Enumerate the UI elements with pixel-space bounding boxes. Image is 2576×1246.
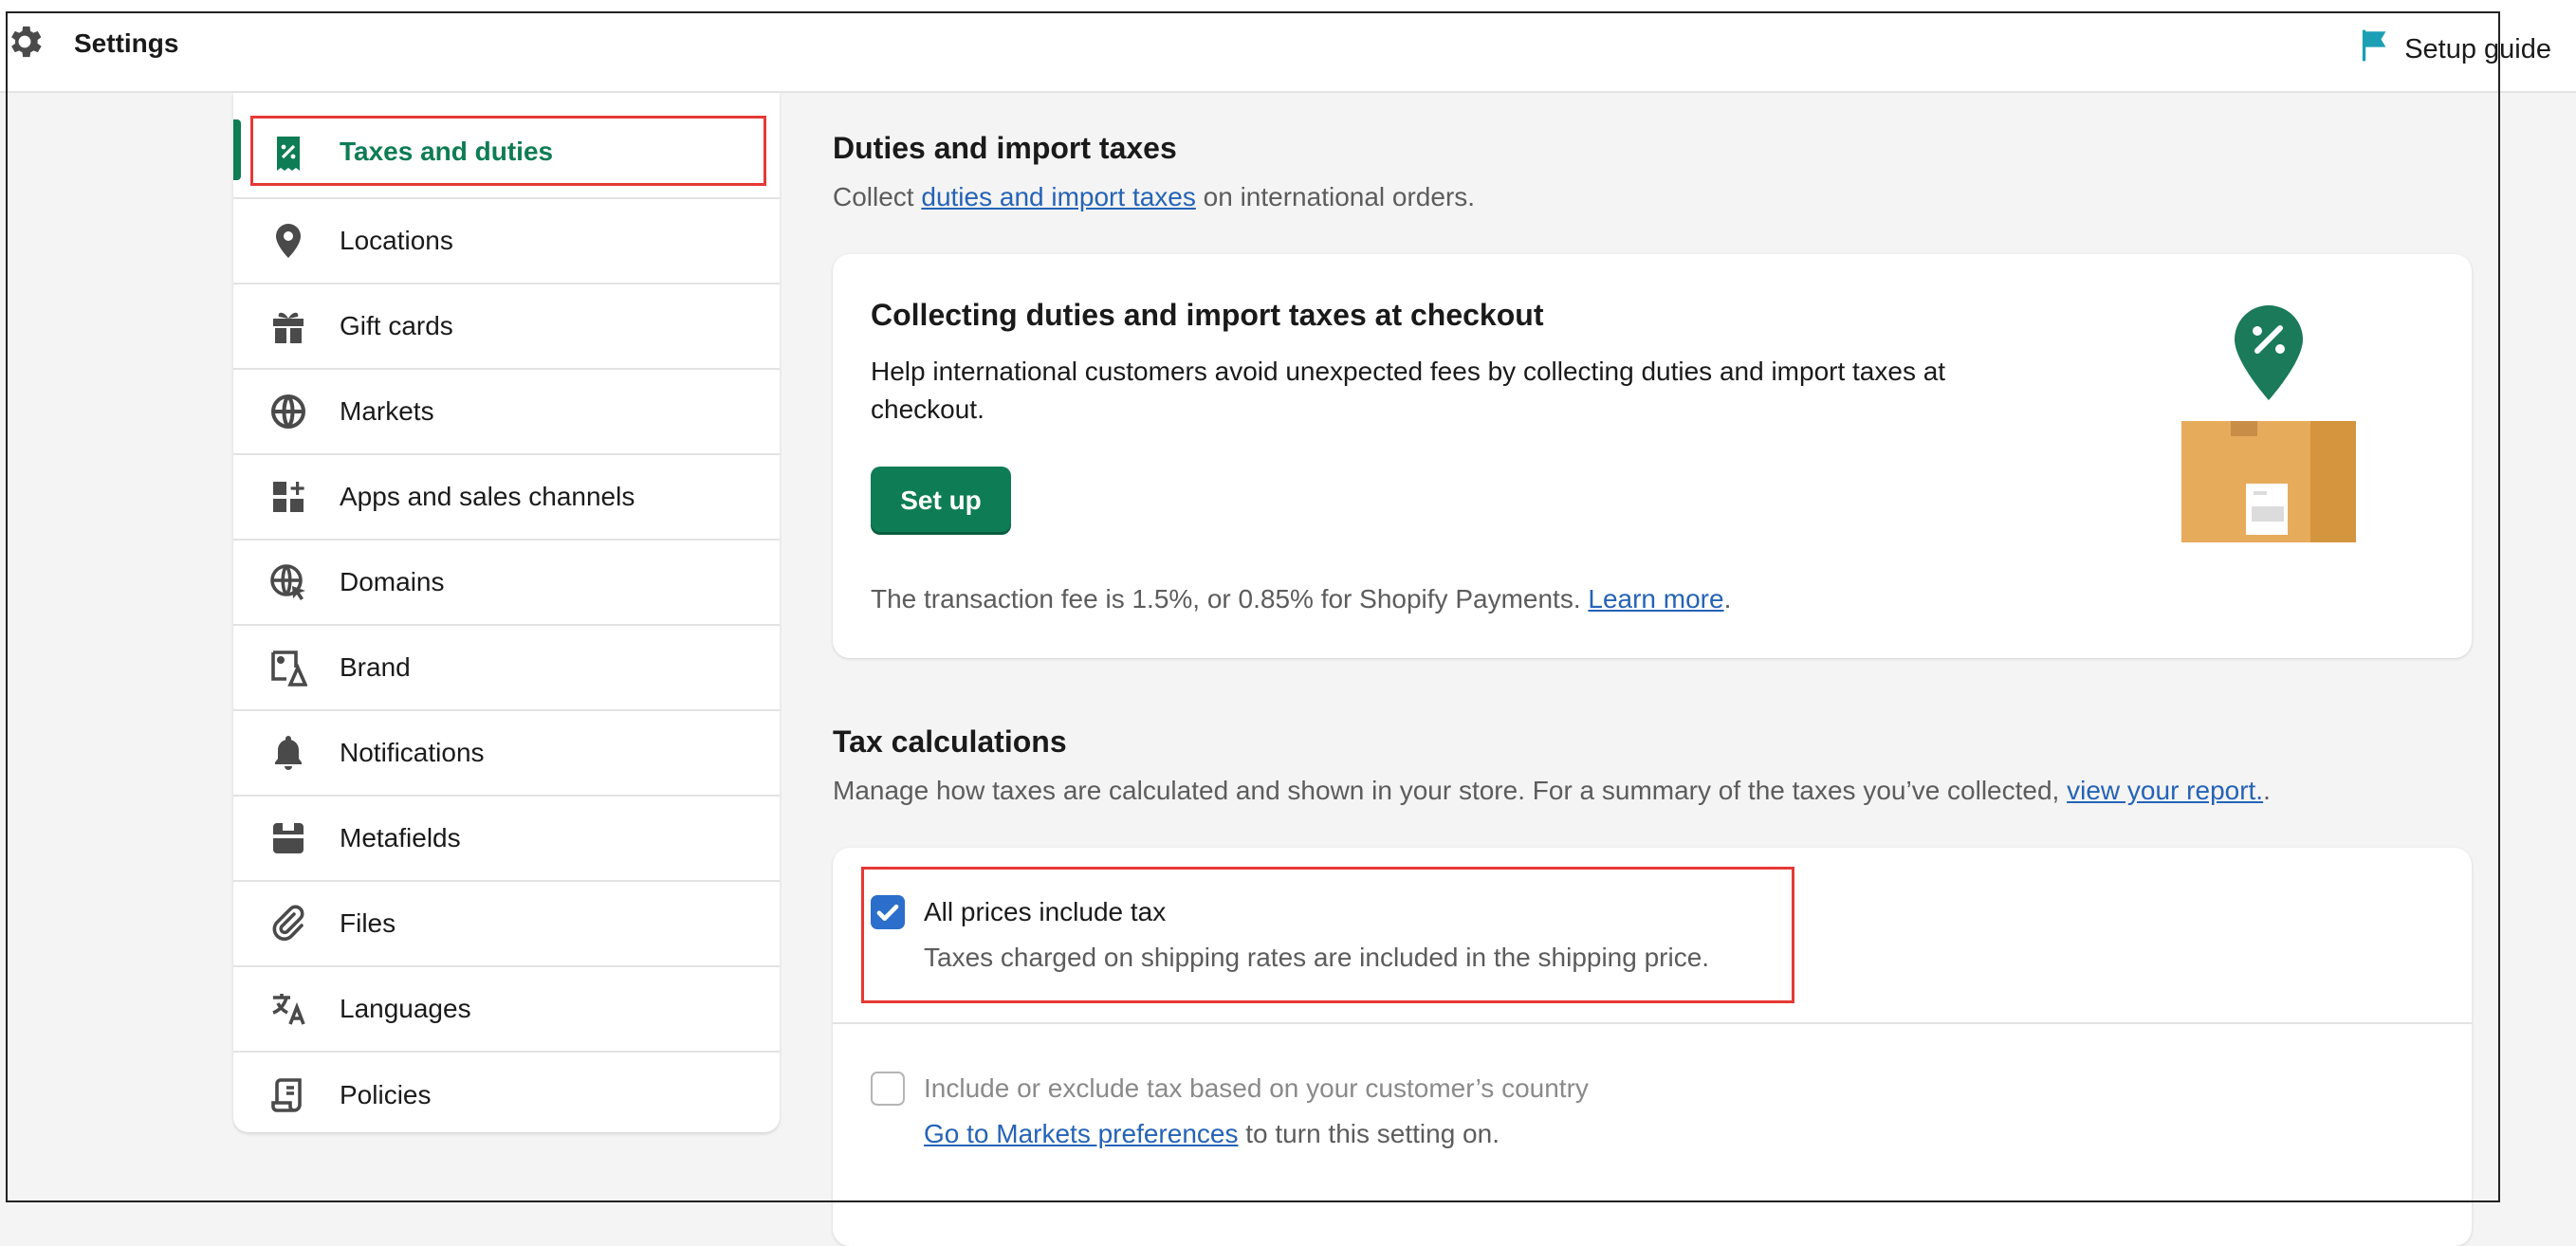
view-report-link[interactable]: view your report. <box>2067 776 2263 805</box>
duties-link[interactable]: duties and import taxes <box>921 182 1196 211</box>
brand-image-icon <box>269 649 307 687</box>
sidebar-item-label: Markets <box>340 396 434 426</box>
globe-target-icon <box>269 393 307 431</box>
sidebar-item-label: Domains <box>340 567 445 596</box>
sidebar-item-notifications[interactable]: Notifications <box>233 711 780 797</box>
sidebar-item-policies[interactable]: Policies <box>233 1053 780 1138</box>
transaction-fee-text: The transaction fee is 1.5%, or 0.85% fo… <box>871 584 1732 614</box>
sidebar-item-label: Locations <box>340 226 453 255</box>
sidebar-item-label: Notifications <box>340 738 485 767</box>
sidebar-item-locations[interactable]: Locations <box>233 199 780 284</box>
include-exclude-tax-detail: Go to Markets preferences to turn this s… <box>924 1119 1500 1148</box>
sidebar-item-label: Brand <box>340 652 411 682</box>
include-exclude-tax-checkbox[interactable] <box>871 1072 905 1106</box>
gear-icon[interactable] <box>4 21 46 63</box>
duties-card-title: Collecting duties and import taxes at ch… <box>871 298 1544 332</box>
paperclip-icon <box>269 905 307 943</box>
row-divider <box>833 1022 2472 1024</box>
duties-package-illustration <box>2178 305 2358 542</box>
all-prices-include-tax-checkbox[interactable] <box>871 895 905 929</box>
sidebar-item-apps-and-sales-channels[interactable]: Apps and sales channels <box>233 455 780 541</box>
sidebar-item-domains[interactable]: Domains <box>233 541 780 626</box>
sidebar-item-metafields[interactable]: Metafields <box>233 797 780 882</box>
setup-guide-label: Setup guide <box>2404 33 2551 64</box>
globe-cursor-icon <box>269 563 307 601</box>
sidebar-item-label: Taxes and duties <box>340 137 554 166</box>
sidebar-item-gift-cards[interactable]: Gift cards <box>233 284 780 370</box>
sidebar-item-label: Policies <box>340 1080 432 1109</box>
translate-icon <box>269 990 307 1028</box>
receipt-percent-icon <box>269 135 307 173</box>
sidebar-item-markets[interactable]: Markets <box>233 370 780 455</box>
sidebar-item-brand[interactable]: Brand <box>233 626 780 711</box>
sidebar-item-files[interactable]: Files <box>233 882 780 967</box>
duties-section-subtitle: Collect duties and import taxes on inter… <box>833 182 1476 211</box>
gift-icon <box>269 307 307 345</box>
duties-section-title: Duties and import taxes <box>833 131 1177 165</box>
metafields-icon <box>269 819 307 857</box>
sidebar-item-label: Apps and sales channels <box>340 482 635 511</box>
top-bar: Settings Setup guide <box>0 0 2576 93</box>
scroll-icon <box>269 1076 307 1114</box>
location-pin-icon <box>269 222 307 260</box>
active-indicator <box>233 119 241 180</box>
page-title: Settings <box>74 28 179 58</box>
tax-calc-section-subtitle: Manage how taxes are calculated and show… <box>833 776 2271 805</box>
duties-card-description: Help international customers avoid unexp… <box>871 357 1946 424</box>
settings-sidebar: Taxes and duties Locations Gift cards Ma… <box>233 93 780 1132</box>
learn-more-link[interactable]: Learn more <box>1588 584 1723 614</box>
sidebar-item-label: Files <box>340 908 396 938</box>
bell-icon <box>269 734 307 772</box>
sidebar-item-taxes-and-duties[interactable]: Taxes and duties <box>233 93 780 199</box>
tax-calc-section-title: Tax calculations <box>833 724 1067 759</box>
all-prices-include-tax-label[interactable]: All prices include tax <box>924 897 1166 927</box>
sidebar-item-label: Gift cards <box>340 311 453 340</box>
duties-card: Collecting duties and import taxes at ch… <box>833 254 2472 658</box>
set-up-button[interactable]: Set up <box>871 467 1011 535</box>
flag-icon <box>2359 28 2391 70</box>
tax-calculations-card: All prices include tax Taxes charged on … <box>833 848 2472 1246</box>
apps-icon <box>269 478 307 516</box>
sidebar-item-label: Languages <box>340 994 471 1023</box>
all-prices-include-tax-detail: Taxes charged on shipping rates are incl… <box>924 943 1710 972</box>
sidebar-item-label: Metafields <box>340 823 461 852</box>
include-exclude-tax-label: Include or exclude tax based on your cus… <box>924 1073 1589 1103</box>
sidebar-item-languages[interactable]: Languages <box>233 967 780 1053</box>
markets-preferences-link[interactable]: Go to Markets preferences <box>924 1119 1238 1148</box>
setup-guide-button[interactable]: Setup guide <box>2359 28 2551 70</box>
